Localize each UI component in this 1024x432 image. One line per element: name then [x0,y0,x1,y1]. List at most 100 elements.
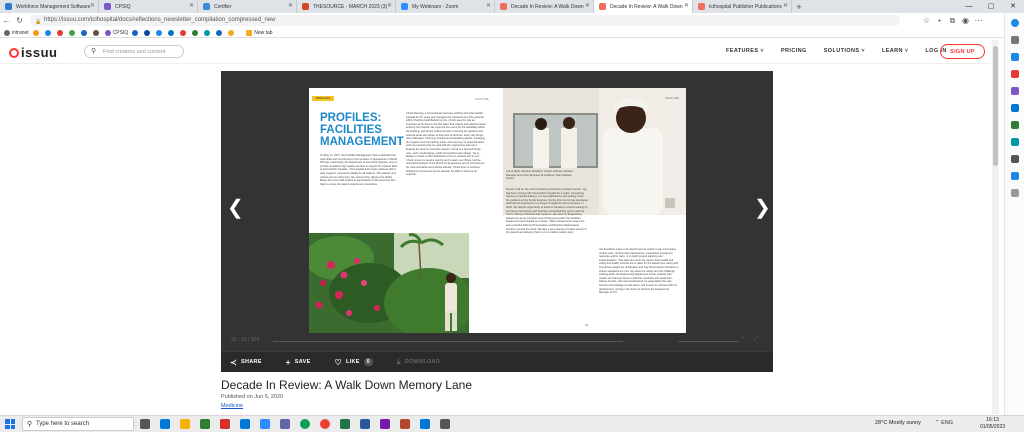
sidebar-app-icon[interactable] [1010,155,1019,163]
maximize-icon[interactable]: ▢ [980,0,1002,13]
sidebar-app-icon[interactable] [1010,87,1019,95]
sidebar-app-icon[interactable] [1010,53,1019,61]
taskbar-app-icon[interactable] [160,419,170,429]
taskbar-search-input[interactable]: ⚲ Type here to search [22,417,134,431]
bookmark[interactable]: CPSIQ [104,29,128,36]
sidebar-app-icon[interactable] [1010,121,1019,129]
save-button[interactable]: + SAVE [286,358,311,367]
close-icon[interactable]: ✕ [585,2,590,9]
windows-start-icon[interactable] [5,419,15,429]
system-tray[interactable]: ⌃ ENG [935,420,953,426]
close-icon[interactable]: ✕ [783,2,788,9]
bookmark[interactable] [56,29,65,36]
nav-solutions[interactable]: SOLUTIONS ˅ [824,46,865,57]
bookmark[interactable]: intranet [4,29,29,36]
close-icon[interactable]: ✕ [288,2,293,9]
chrome-icon[interactable] [320,419,330,429]
taskbar-clock[interactable]: 16:13 01/05/2023 [980,417,1005,431]
bookmark[interactable] [204,29,212,36]
outlook-icon[interactable] [240,419,250,429]
bookmark[interactable] [68,29,77,36]
signup-button[interactable]: SIGN UP [940,44,985,59]
sidebar-app-icon[interactable] [1010,70,1019,78]
close-icon[interactable]: ✕ [387,2,392,9]
scrollbar-thumb[interactable] [993,46,998,166]
language-indicator[interactable]: ENG [941,420,953,426]
bookmark[interactable] [168,29,176,36]
previous-page-arrow-icon[interactable]: ❮ [227,198,244,218]
bookmark[interactable] [156,29,164,36]
excel-icon[interactable] [340,419,350,429]
browser-tab-active[interactable]: Decade In Review: A Walk Down ✕ [594,0,693,13]
sidebar-app-icon[interactable] [1010,138,1019,146]
browser-tab[interactable]: tcihospital Publisher Publications ✕ [693,0,792,13]
nav-pricing[interactable]: PRICING [781,46,807,57]
share-button[interactable]: ≺ SHARE [230,358,262,367]
bookmark[interactable] [192,29,200,36]
browser-tab[interactable]: Workforce Management Software ✕ [0,0,99,13]
close-icon[interactable]: ✕ [486,2,491,9]
bookmark[interactable] [44,29,53,36]
fullscreen-icon[interactable]: ⤢ [754,336,759,343]
close-icon[interactable]: ✕ [684,2,689,9]
like-button[interactable]: ♡ LIKE 0 [335,358,373,367]
taskbar-app-icon[interactable] [420,419,430,429]
bookmark[interactable]: New tab [246,29,273,36]
more-icon[interactable]: ⋯ [972,16,985,25]
sidebar-app-icon[interactable] [1010,172,1019,180]
profile-icon[interactable]: ◉ [959,16,972,25]
close-icon[interactable]: ✕ [90,2,95,9]
page-scrollbar[interactable] [992,40,999,414]
category-link[interactable]: Medicine [221,403,243,409]
refresh-icon[interactable]: ↻ [13,16,26,25]
progress-track[interactable] [273,341,623,342]
bookmark[interactable] [180,29,188,36]
browser-tab[interactable]: THESOURCE - MARCH 2023 (3) ✕ [297,0,396,13]
onenote-icon[interactable] [380,419,390,429]
edge-icon[interactable] [300,419,310,429]
word-icon[interactable] [360,419,370,429]
favorites-icon[interactable]: ⋆ [933,16,946,25]
nav-features[interactable]: FEATURES ˅ [726,46,764,57]
minimize-icon[interactable]: — [958,0,980,13]
zoom-slider[interactable] [678,341,738,342]
bookmark[interactable] [80,29,89,36]
zoom-icon[interactable] [260,419,270,429]
collections-icon[interactable]: ⧉ [946,16,959,26]
browser-tab[interactable]: Decade In Review: A Walk Down ✕ [495,0,594,13]
download-button[interactable]: ⤓ DOWNLOAD [397,357,440,367]
powerpoint-icon[interactable] [400,419,410,429]
new-tab-button[interactable]: + [792,0,806,13]
bookmark[interactable] [132,29,140,36]
bookmark[interactable] [228,29,236,36]
back-icon[interactable]: ← [0,16,13,25]
file-explorer-icon[interactable] [180,419,190,429]
taskbar-app-icon[interactable] [440,419,450,429]
taskbar-app-icon[interactable] [220,419,230,429]
extensions-icon[interactable]: ☆ [920,16,933,25]
search-input[interactable]: ⚲ Find creators and content [84,45,184,58]
tray-arrow-icon[interactable]: ⌃ [935,420,940,426]
task-view-icon[interactable] [140,419,150,429]
sidebar-app-icon[interactable] [1010,104,1019,112]
teams-icon[interactable] [280,419,290,429]
nav-learn[interactable]: LEARN ˅ [882,46,908,57]
browser-tab[interactable]: Certifier ✕ [198,0,297,13]
sidebar-app-icon[interactable] [1010,36,1019,44]
next-page-arrow-icon[interactable]: ❯ [754,198,771,218]
bing-icon[interactable] [1010,19,1019,27]
bookmark[interactable] [32,29,41,36]
taskbar-app-icon[interactable] [200,419,210,429]
browser-tab[interactable]: My Webinars - Zoom ✕ [396,0,495,13]
weather-widget[interactable]: 28°C Mostly sunny [875,420,921,426]
bookmark[interactable] [216,29,224,36]
close-icon[interactable]: ✕ [189,2,194,9]
address-bar[interactable]: 🔒 https://issuu.com/tcihospital/docs/refl… [30,15,900,26]
bookmark[interactable] [92,29,101,36]
add-icon[interactable] [1010,189,1019,197]
close-window-icon[interactable]: ✕ [1002,0,1024,13]
zoom-out-icon[interactable]: − [668,336,672,342]
browser-tab[interactable]: CPSIQ ✕ [99,0,198,13]
zoom-in-icon[interactable]: + [741,336,745,342]
issuu-logo[interactable]: issuu [9,45,57,60]
